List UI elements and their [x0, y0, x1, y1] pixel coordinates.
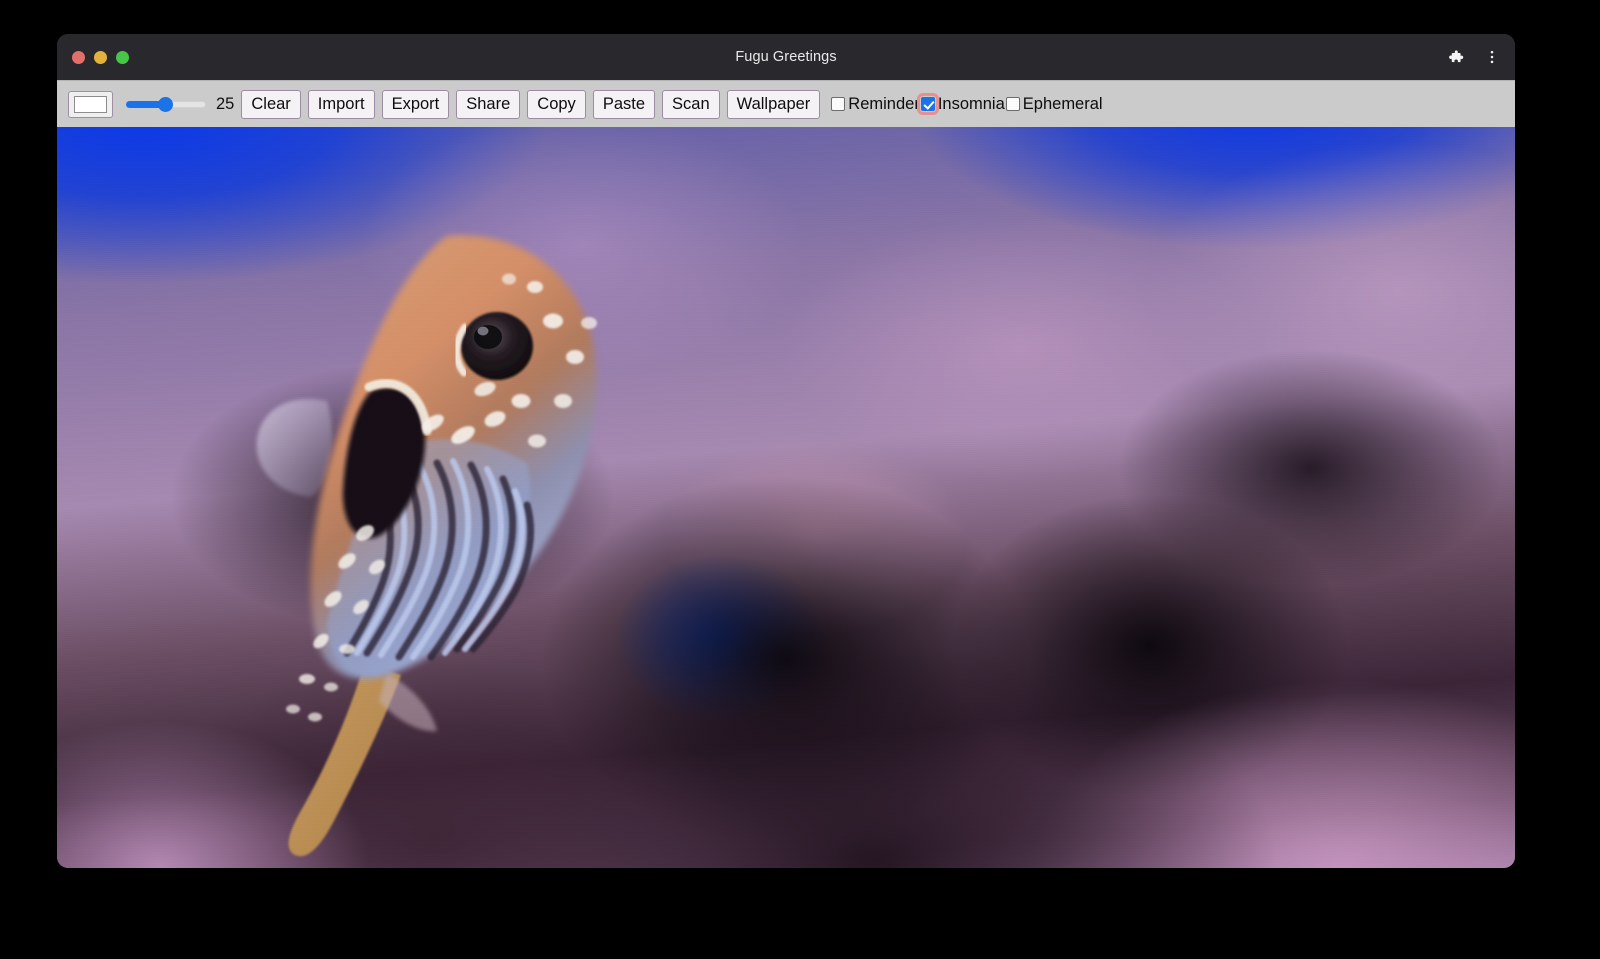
- scan-button[interactable]: Scan: [662, 90, 720, 119]
- reminder-checkbox-label: Reminder: [848, 95, 920, 114]
- photo-grain-overlay: [57, 127, 1515, 868]
- wallpaper-button[interactable]: Wallpaper: [727, 90, 821, 119]
- browser-window: Fugu Greetings: [57, 34, 1515, 868]
- screen-root: Fugu Greetings: [0, 0, 1600, 959]
- close-window-button[interactable]: [72, 51, 85, 64]
- line-width-slider[interactable]: [126, 93, 206, 115]
- slider-thumb[interactable]: [158, 97, 173, 112]
- paste-button[interactable]: Paste: [593, 90, 655, 119]
- reminder-checkbox-box[interactable]: [831, 97, 845, 111]
- import-button[interactable]: Import: [308, 90, 375, 119]
- ephemeral-checkbox-box[interactable]: [1006, 97, 1020, 111]
- maximize-window-button[interactable]: [116, 51, 129, 64]
- ephemeral-checkbox[interactable]: Ephemeral: [1006, 95, 1103, 114]
- drawing-canvas[interactable]: [57, 127, 1515, 868]
- titlebar-actions: [1443, 34, 1503, 80]
- ephemeral-checkbox-label: Ephemeral: [1023, 95, 1103, 114]
- more-menu-icon[interactable]: [1481, 46, 1503, 68]
- window-title: Fugu Greetings: [57, 49, 1515, 65]
- export-button[interactable]: Export: [382, 90, 450, 119]
- insomnia-checkbox[interactable]: Insomnia: [921, 95, 1005, 114]
- extensions-icon[interactable]: [1443, 46, 1465, 68]
- window-controls: [72, 34, 129, 80]
- clear-button[interactable]: Clear: [241, 90, 300, 119]
- insomnia-checkbox-label: Insomnia: [938, 95, 1005, 114]
- slider-value-label: 25: [216, 95, 234, 114]
- app-toolbar: 25 Clear Import Export Share Copy Paste …: [57, 80, 1515, 127]
- color-swatch-chip: [74, 96, 107, 113]
- color-picker-input[interactable]: [68, 91, 113, 118]
- insomnia-checkbox-box[interactable]: [921, 97, 935, 111]
- minimize-window-button[interactable]: [94, 51, 107, 64]
- window-titlebar: Fugu Greetings: [57, 34, 1515, 80]
- copy-button[interactable]: Copy: [527, 90, 586, 119]
- share-button[interactable]: Share: [456, 90, 520, 119]
- reminder-checkbox[interactable]: Reminder: [831, 95, 920, 114]
